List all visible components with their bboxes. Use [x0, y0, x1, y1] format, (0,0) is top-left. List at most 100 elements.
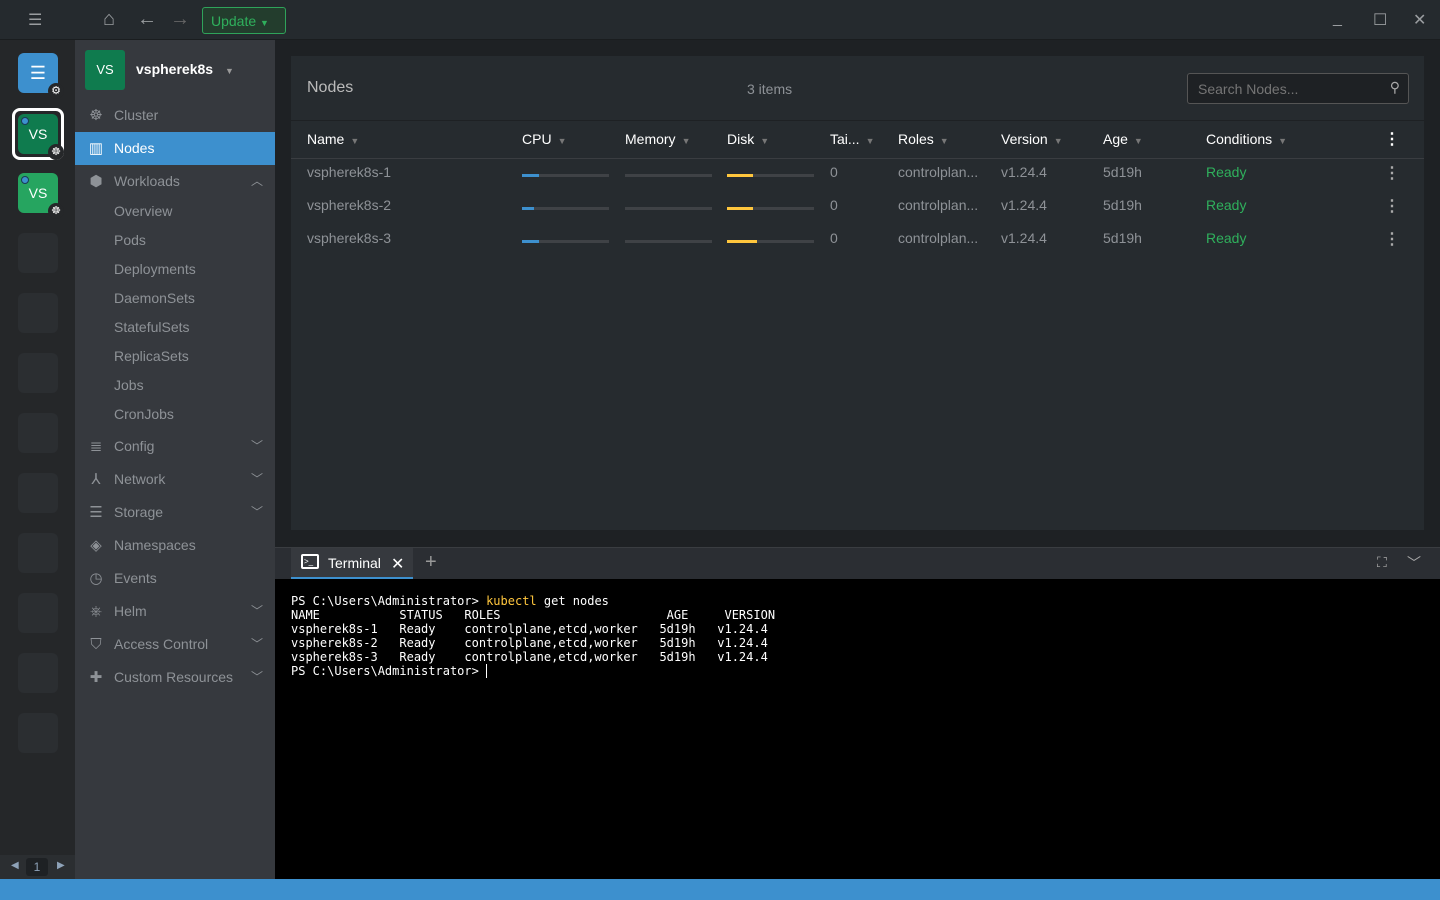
hotbar-empty-slot[interactable] — [18, 233, 58, 273]
column-header-disk[interactable]: Disk ▼ — [727, 131, 769, 147]
next-page-icon[interactable]: ▶ — [57, 860, 65, 871]
sidebar-item-label: Cluster — [114, 107, 159, 123]
chevron-down-icon[interactable]: ﹀ — [1407, 553, 1421, 573]
update-button[interactable]: Update ▼ — [202, 7, 286, 34]
column-menu-icon[interactable]: ⋮ — [1384, 129, 1400, 149]
catalog-button[interactable]: ☰ ⚙ — [18, 53, 64, 99]
cpu-usage-bar — [522, 207, 609, 210]
sidebar-item-nodes[interactable]: ▥ Nodes — [75, 132, 275, 165]
kubernetes-icon: ☸ — [48, 203, 64, 219]
sidebar-item-cluster[interactable]: ☸ Cluster — [75, 99, 275, 132]
row-menu-icon[interactable]: ⋮ — [1384, 229, 1400, 249]
row-menu-icon[interactable]: ⋮ — [1384, 196, 1400, 216]
hotbar-empty-slot[interactable] — [18, 413, 58, 453]
sidebar-item-helm[interactable]: ⎈ Helm ﹀ — [75, 595, 275, 628]
sidebar-item-storage[interactable]: ☰ Storage ﹀ — [75, 496, 275, 529]
hotbar-cluster-1[interactable]: VS ☸ — [18, 114, 64, 160]
sidebar-subitem-pods[interactable]: Pods — [114, 226, 146, 255]
sidebar-subitem-overview[interactable]: Overview — [114, 197, 172, 226]
home-icon[interactable]: ⌂ — [103, 8, 115, 31]
sidebar-item-custom-resources[interactable]: ✚ Custom Resources ﹀ — [75, 661, 275, 694]
cell-taints: 0 — [830, 230, 838, 246]
workloads-icon: ⬢ — [89, 173, 103, 190]
sidebar-item-workloads[interactable]: ⬢ Workloads ︿ — [75, 165, 275, 198]
output-line: NAME STATUS ROLES AGE VERSION — [291, 608, 776, 622]
hotbar-empty-slot[interactable] — [18, 473, 58, 513]
hotbar-empty-slot[interactable] — [18, 713, 58, 753]
sidebar-item-network[interactable]: ⅄ Network ﹀ — [75, 463, 275, 496]
terminal-output[interactable]: PS C:\Users\Administrator> kubectl get n… — [275, 579, 1440, 879]
column-label: Tai... — [830, 131, 860, 147]
hotbar-empty-slot[interactable] — [18, 293, 58, 333]
sidebar-subitem-cronjobs[interactable]: CronJobs — [114, 400, 174, 429]
search-nodes[interactable]: ⚲ — [1187, 73, 1409, 104]
back-arrow-icon[interactable]: ← — [137, 8, 157, 31]
sidebar-item-config[interactable]: ≣ Config ﹀ — [75, 430, 275, 463]
minimize-icon[interactable]: _ — [1333, 10, 1342, 28]
hotbar-cluster-2[interactable]: VS ☸ — [18, 173, 64, 219]
layers-icon: ◈ — [90, 537, 102, 554]
prev-page-icon[interactable]: ◀ — [11, 860, 19, 871]
caret-down-icon: ▼ — [224, 66, 234, 76]
sidebar-item-label: Storage — [114, 504, 164, 520]
column-header-roles[interactable]: Roles ▼ — [898, 131, 949, 147]
add-tab-icon[interactable]: + — [425, 551, 437, 574]
prompt: PS C:\Users\Administrator> — [291, 594, 487, 608]
disk-usage-bar — [727, 240, 814, 243]
sidebar-item-label: Access Control — [114, 636, 209, 652]
cell-conditions: Ready — [1206, 197, 1247, 213]
column-header-taints[interactable]: Tai... ▼ — [830, 131, 875, 147]
cluster-selector[interactable]: vspherek8s ▼ — [136, 61, 234, 77]
sidebar-subitem-replicasets[interactable]: ReplicaSets — [114, 342, 189, 371]
row-menu-icon[interactable]: ⋮ — [1384, 163, 1400, 183]
column-header-version[interactable]: Version ▼ — [1001, 131, 1063, 147]
cpu-usage-bar — [522, 240, 609, 243]
memory-usage-bar — [625, 240, 712, 243]
hotbar-empty-slot[interactable] — [18, 533, 58, 573]
column-label: CPU — [522, 131, 552, 147]
column-header-name[interactable]: Name ▼ — [307, 131, 359, 147]
cell-roles: controlplan... — [898, 164, 979, 180]
memory-usage-bar — [625, 207, 712, 210]
shield-icon: ⛉ — [90, 636, 102, 653]
hotbar-empty-slot[interactable] — [18, 653, 58, 693]
column-header-cpu[interactable]: CPU ▼ — [522, 131, 566, 147]
close-icon[interactable]: ✕ — [391, 554, 404, 574]
sidebar-subitem-jobs[interactable]: Jobs — [114, 371, 144, 400]
cell-conditions: Ready — [1206, 164, 1247, 180]
column-header-memory[interactable]: Memory ▼ — [625, 131, 690, 147]
sort-icon: ▼ — [681, 136, 691, 146]
hotbar-empty-slot[interactable] — [18, 353, 58, 393]
sidebar-item-label: Config — [114, 438, 155, 454]
cell-age: 5d19h — [1103, 197, 1142, 213]
disk-usage-bar — [727, 174, 814, 177]
sidebar-subitem-statefulsets[interactable]: StatefulSets — [114, 313, 190, 342]
forward-arrow-icon[interactable]: → — [170, 8, 190, 31]
hotbar-empty-slot[interactable] — [18, 593, 58, 633]
search-input[interactable] — [1188, 74, 1383, 103]
close-window-icon[interactable]: ✕ — [1413, 10, 1426, 30]
sort-icon: ▼ — [1278, 136, 1288, 146]
sort-icon: ▼ — [1133, 136, 1143, 146]
column-header-conditions[interactable]: Conditions ▼ — [1206, 131, 1287, 147]
sidebar-item-events[interactable]: ◷ Events — [75, 562, 275, 595]
column-label: Name — [307, 131, 345, 147]
sidebar-subitem-daemonsets[interactable]: DaemonSets — [114, 284, 195, 313]
sidebar-item-namespaces[interactable]: ◈ Namespaces — [75, 529, 275, 562]
chevron-down-icon: ﹀ — [250, 604, 263, 618]
divider — [291, 158, 1424, 159]
chevron-down-icon: ﹀ — [250, 670, 263, 684]
cell-version: v1.24.4 — [1001, 197, 1047, 213]
sidebar-item-label: Helm — [114, 603, 147, 619]
kubernetes-icon: ☸ — [48, 144, 64, 160]
sort-icon: ▼ — [557, 136, 567, 146]
tab-terminal[interactable]: >_ Terminal ✕ — [291, 548, 413, 579]
column-header-age[interactable]: Age ▼ — [1103, 131, 1143, 147]
sidebar-subitem-deployments[interactable]: Deployments — [114, 255, 196, 284]
fullscreen-icon[interactable]: ⛶ — [1377, 554, 1387, 571]
hotbar-pager: ◀ 1 ▶ — [0, 855, 75, 879]
sidebar-item-access-control[interactable]: ⛉ Access Control ﹀ — [75, 628, 275, 661]
maximize-icon[interactable]: ☐ — [1373, 10, 1387, 30]
command-args: get nodes — [536, 594, 609, 608]
menu-icon[interactable]: ☰ — [28, 10, 42, 30]
